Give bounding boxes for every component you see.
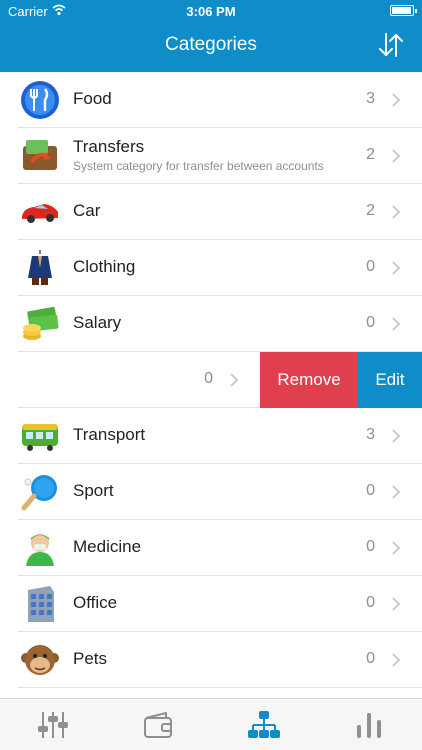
category-name: Sport	[73, 481, 114, 500]
sort-arrows-icon[interactable]	[376, 30, 406, 60]
category-name: Car	[73, 201, 101, 220]
transport-icon	[22, 424, 58, 451]
status-bar: Carrier 3:06 PM	[0, 0, 422, 22]
page-title: Categories	[165, 34, 257, 55]
car-icon	[22, 204, 58, 223]
category-row-transfers[interactable]: Transfers System category for transfer b…	[0, 128, 422, 184]
food-icon	[21, 81, 59, 119]
category-row-pets[interactable]: Pets 0	[0, 632, 422, 688]
category-name: Office	[73, 593, 118, 612]
chevron-right-icon	[392, 149, 400, 163]
category-row-transport[interactable]: Transport 3	[0, 408, 422, 464]
transfers-icon	[23, 140, 57, 170]
category-row-food[interactable]: Food 3	[0, 72, 422, 128]
chevron-right-icon	[392, 261, 400, 275]
category-row-clothing[interactable]: Clothing 0	[0, 240, 422, 296]
chevron-right-icon	[392, 653, 400, 667]
category-count: 2	[366, 146, 375, 163]
category-count: 0	[366, 538, 375, 555]
category-count: 3	[366, 90, 375, 107]
category-name: Pets	[73, 649, 108, 668]
category-count: 0	[366, 482, 375, 499]
chevron-right-icon	[392, 317, 400, 331]
sport-icon	[21, 475, 57, 511]
category-row-car[interactable]: Car 2	[0, 184, 422, 240]
nav-bar: Carrier 3:06 PM Categories	[0, 0, 422, 72]
wallet-icon[interactable]	[142, 709, 174, 741]
chevron-right-icon	[392, 597, 400, 611]
category-row-medicine[interactable]: Medicine 0	[0, 520, 422, 576]
category-row-office[interactable]: Office 0	[0, 576, 422, 632]
chevron-right-icon	[392, 205, 400, 219]
category-count: 0	[366, 314, 375, 331]
category-count: 0	[366, 594, 375, 611]
category-name: Transport	[73, 425, 146, 444]
category-name: Clothing	[73, 257, 136, 276]
category-subtitle: System category for transfer between acc…	[73, 159, 324, 173]
category-row-swiped[interactable]: 0 Remove Edit	[0, 352, 422, 408]
chevron-right-icon	[392, 541, 400, 555]
category-name: Food	[73, 89, 112, 108]
pets-icon	[21, 645, 59, 675]
salary-icon	[23, 306, 59, 340]
category-row-sport[interactable]: Sport 0	[0, 464, 422, 520]
battery-icon	[390, 5, 417, 16]
category-count: 0	[204, 370, 213, 387]
category-count: 3	[366, 426, 375, 443]
office-icon	[28, 586, 54, 622]
category-list: Food 3 Transfers System category for tra…	[0, 72, 422, 698]
chevron-right-icon	[230, 373, 238, 387]
chevron-right-icon	[392, 429, 400, 443]
medicine-icon	[26, 534, 54, 566]
tab-bar	[0, 698, 422, 750]
category-count: 0	[366, 258, 375, 275]
category-name: Salary	[73, 313, 122, 332]
chevron-right-icon	[392, 93, 400, 107]
reports-chart-icon[interactable]	[353, 709, 385, 741]
edit-button[interactable]: Edit	[358, 352, 422, 408]
categories-tree-icon[interactable]	[248, 709, 280, 741]
category-name: Medicine	[73, 537, 142, 556]
settings-sliders-icon[interactable]	[37, 709, 69, 741]
category-count: 2	[366, 202, 375, 219]
chevron-right-icon	[392, 485, 400, 499]
category-count: 0	[366, 650, 375, 667]
clock-label: 3:06 PM	[186, 4, 236, 19]
clothing-icon	[28, 250, 52, 285]
category-row-salary[interactable]: Salary 0	[0, 296, 422, 352]
category-name: Transfers	[73, 137, 145, 156]
remove-button[interactable]: Remove	[260, 352, 358, 408]
